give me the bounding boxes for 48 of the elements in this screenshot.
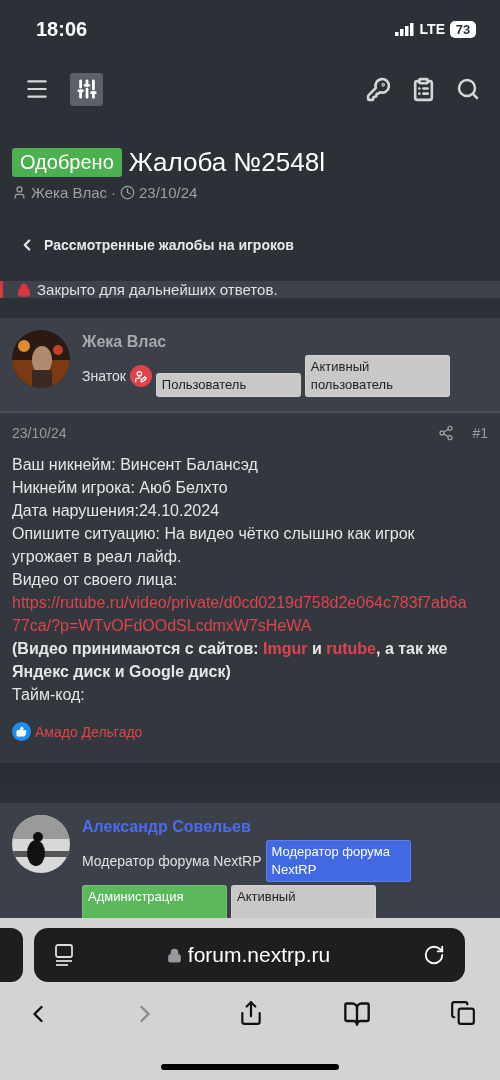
signal-icon <box>394 22 415 36</box>
lock-icon <box>166 947 182 963</box>
post-text: Видео от своего лица: <box>12 570 179 590</box>
breadcrumb-link[interactable]: Рассмотренные жалобы на игроков <box>18 236 294 254</box>
url-text: forum.nextrp.ru <box>187 943 331 967</box>
clock: 18:06 <box>36 17 88 41</box>
notice-text: Закрыто для дальнейших ответов. <box>37 281 278 298</box>
post-text: Тайм-код: <box>12 685 86 705</box>
user-banner: Активный <box>231 885 376 918</box>
user-banner: Модератор форума NextRP <box>265 840 411 882</box>
status-badge: Одобрено <box>12 148 122 177</box>
post-number[interactable]: #1 <box>472 425 488 441</box>
address-bar[interactable]: forum.nextrp.ru <box>34 928 465 982</box>
post-text: Дата нарушения:24.10.2024 <box>12 501 221 521</box>
user-banner: Пользователь <box>155 373 301 397</box>
user-title: Знаток <box>82 368 126 384</box>
search-icon[interactable] <box>456 77 480 101</box>
post-text: Опишите ситуацию: На видео чётко слышно как игрок угрожает в реал лайф. <box>12 524 416 567</box>
username[interactable]: Жека Влас <box>82 333 488 351</box>
share-icon[interactable] <box>238 1000 264 1028</box>
user-banner: Активный пользователь <box>304 355 450 397</box>
site-link[interactable]: Imgur <box>263 640 308 657</box>
bookmarks-icon[interactable] <box>343 1000 371 1028</box>
post-text: Ваш никнейм: Винсент Балансэд <box>12 455 259 475</box>
network-label: LTE <box>419 21 445 37</box>
post-text: (Видео принимаются с сайтов: Imgur и rutube, а так же Яндекс диск и Google диск) <box>12 639 449 682</box>
site-link[interactable]: rutube <box>326 640 376 657</box>
battery-level: 73 <box>450 20 476 38</box>
clock-icon <box>120 185 135 200</box>
clipboard-icon[interactable] <box>411 76 436 102</box>
key-icon[interactable] <box>366 76 391 102</box>
reader-icon <box>54 944 74 966</box>
like-icon <box>12 722 31 741</box>
liker-link[interactable]: Амадо Дельгадо <box>35 723 143 740</box>
sliders-icon[interactable] <box>70 72 103 106</box>
reload-icon[interactable] <box>423 944 445 966</box>
user-banner: Администрация <box>82 885 227 918</box>
post-text: Никнейм игрока: Аюб Белхто <box>12 478 229 498</box>
tabs-icon[interactable] <box>450 1000 476 1028</box>
thread-date[interactable]: 23/10/24 <box>139 184 198 201</box>
user-title: Модератор форума NextRP <box>82 853 262 869</box>
thread-author[interactable]: Жека Влас <box>31 184 107 201</box>
tab-preview[interactable] <box>0 928 23 982</box>
username[interactable]: Александр Совельев <box>82 818 488 836</box>
separator-dot: · <box>111 184 116 201</box>
user-icon <box>12 185 27 200</box>
thread-title: Жалоба №2548l <box>128 147 325 178</box>
post-date[interactable]: 23/10/24 <box>12 425 67 441</box>
